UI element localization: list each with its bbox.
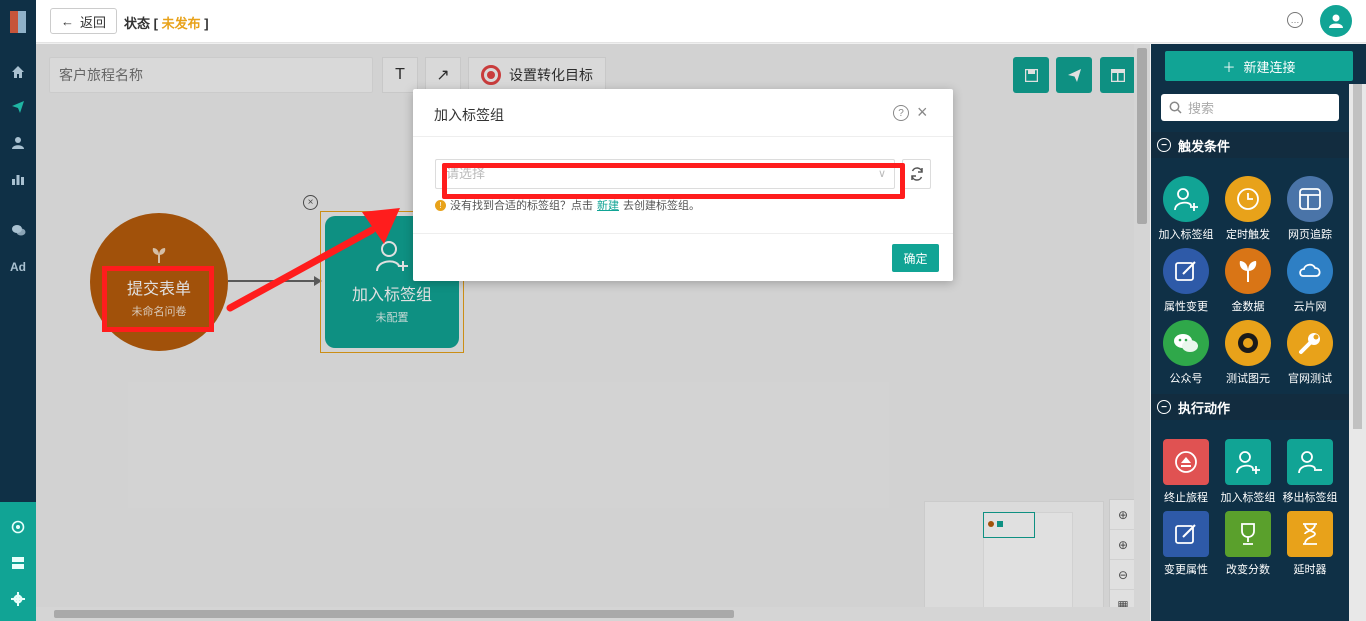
user-avatar-icon [1329, 14, 1343, 28]
new-connection-label: 新建连接 [1243, 59, 1296, 75]
wechat-nav-icon[interactable] [0, 219, 36, 241]
component-tile-label: 云片网 [1293, 301, 1327, 313]
component-tile-label: 变更属性 [1164, 564, 1208, 576]
new-connection-button[interactable]: ＋ 新建连接 [1165, 51, 1353, 81]
left-nav-bottom [0, 502, 36, 621]
component-tile[interactable]: 终止旅程 [1154, 439, 1218, 505]
component-tile[interactable]: 网页追踪 [1278, 176, 1342, 242]
section-trigger-header[interactable]: − 触发条件 [1151, 132, 1349, 158]
hint-text-after: 去创建标签组。 [623, 200, 700, 212]
component-tile-label: 官网测试 [1288, 373, 1332, 385]
avatar[interactable] [1320, 5, 1352, 37]
component-tile-label: 属性变更 [1164, 301, 1208, 313]
refresh-button[interactable] [902, 159, 931, 189]
settings-circle-icon[interactable] [0, 516, 36, 538]
component-tile[interactable]: 移出标签组 [1278, 439, 1342, 505]
component-tile[interactable]: 官网测试 [1278, 320, 1342, 386]
component-tile-label: 移出标签组 [1282, 492, 1338, 504]
close-icon[interactable]: × [917, 102, 928, 123]
server-icon[interactable] [0, 552, 36, 574]
dialog-title: 加入标签组 [434, 107, 504, 123]
component-tile[interactable]: 测试图元 [1216, 320, 1280, 386]
user-plus-icon [1225, 439, 1271, 485]
component-tile[interactable]: 加入标签组 [1216, 439, 1280, 505]
component-tile[interactable]: 改变分数 [1216, 511, 1280, 577]
brand-logo [0, 0, 36, 44]
top-bar: ← 返回 状态 [ 未发布 ] … [36, 0, 1366, 43]
chat-icon[interactable]: … [1287, 12, 1303, 28]
component-tile-label: 加入标签组 [1220, 492, 1276, 504]
create-tag-group-hint: ! 没有找到合适的标签组？点击 新建 去创建标签组。 [435, 197, 700, 213]
component-tile[interactable]: 定时触发 [1216, 176, 1280, 242]
component-tile[interactable]: 属性变更 [1154, 248, 1218, 314]
home-icon[interactable] [0, 61, 36, 83]
clock-icon [1225, 176, 1271, 222]
wechat-icon [1163, 320, 1209, 366]
refresh-icon [910, 167, 923, 181]
component-tile-label: 网页追踪 [1288, 229, 1332, 241]
wrench-icon [1287, 320, 1333, 366]
component-tile[interactable]: 云片网 [1278, 248, 1342, 314]
component-tile-label: 定时触发 [1226, 229, 1270, 241]
confirm-button[interactable]: 确定 [892, 244, 939, 272]
hint-text-before: 没有找到合适的标签组？点击 [450, 200, 593, 212]
status-label: 状态 [ [124, 16, 162, 31]
plus-icon: ＋ [1222, 59, 1236, 75]
component-tile-label: 延时器 [1293, 564, 1327, 576]
component-tile[interactable]: 加入标签组 [1154, 176, 1218, 242]
trophy-icon [1225, 511, 1271, 557]
bar-chart-icon[interactable] [0, 168, 36, 190]
status-value: 未发布 [161, 16, 201, 31]
send-icon[interactable] [0, 96, 36, 118]
hourglass-icon [1287, 511, 1333, 557]
component-search-placeholder: 搜索 [1188, 101, 1215, 116]
component-tile-label: 终止旅程 [1164, 492, 1208, 504]
webpage-icon [1287, 176, 1333, 222]
help-icon[interactable]: ? [893, 105, 909, 121]
component-tile-label: 加入标签组 [1158, 229, 1214, 241]
search-icon [1169, 101, 1182, 114]
highlight-box-tag-select [442, 163, 905, 199]
sprout-icon [1225, 248, 1271, 294]
user-minus-icon [1287, 439, 1333, 485]
user-icon[interactable] [0, 132, 36, 154]
status-close: ] [200, 16, 209, 31]
component-tile[interactable]: 变更属性 [1154, 511, 1218, 577]
highlight-box-form-node [102, 266, 214, 332]
component-tile[interactable]: 公众号 [1154, 320, 1218, 386]
back-button-label: 返回 [80, 14, 107, 30]
test-icon [1225, 320, 1271, 366]
panel-scrollbar[interactable] [1349, 84, 1366, 621]
component-tile-label: 改变分数 [1226, 564, 1270, 576]
section-action-header[interactable]: − 执行动作 [1151, 394, 1349, 420]
cloud-icon [1287, 248, 1333, 294]
back-button[interactable]: ← 返回 [50, 8, 118, 34]
ad-icon[interactable]: Ad [0, 256, 36, 278]
panel-scroll-thumb[interactable] [1353, 84, 1362, 429]
edit-icon [1163, 511, 1209, 557]
component-panel: ＋ 新建连接 搜索 − 触发条件 加入标签组 定时触发 网页追踪 属性变更 金数据 云片网… [1151, 44, 1366, 621]
section-trigger-title: 触发条件 [1178, 138, 1231, 154]
annotation-arrow [226, 208, 400, 312]
component-tile[interactable]: 金数据 [1216, 248, 1280, 314]
create-new-link[interactable]: 新建 [597, 197, 619, 213]
component-search-input[interactable]: 搜索 [1161, 94, 1339, 121]
collapse-icon: − [1157, 138, 1171, 152]
component-tile-label: 测试图元 [1226, 373, 1270, 385]
left-nav-bar: Ad [0, 0, 36, 621]
dialog-header: 加入标签组 ? × [413, 89, 953, 137]
component-tile[interactable]: 延时器 [1278, 511, 1342, 577]
eject-icon [1163, 439, 1209, 485]
section-action-title: 执行动作 [1178, 400, 1231, 416]
edit-icon [1163, 248, 1209, 294]
dialog-footer: 确定 [413, 233, 953, 281]
gear-icon[interactable] [0, 588, 36, 610]
status-indicator: 状态 [ 未发布 ] [124, 13, 209, 32]
component-tile-label: 金数据 [1231, 301, 1265, 313]
component-tile-label: 公众号 [1169, 373, 1203, 385]
user-plus-icon [1163, 176, 1209, 222]
collapse-icon: − [1157, 400, 1171, 414]
arrow-left-icon: ← [61, 13, 74, 29]
